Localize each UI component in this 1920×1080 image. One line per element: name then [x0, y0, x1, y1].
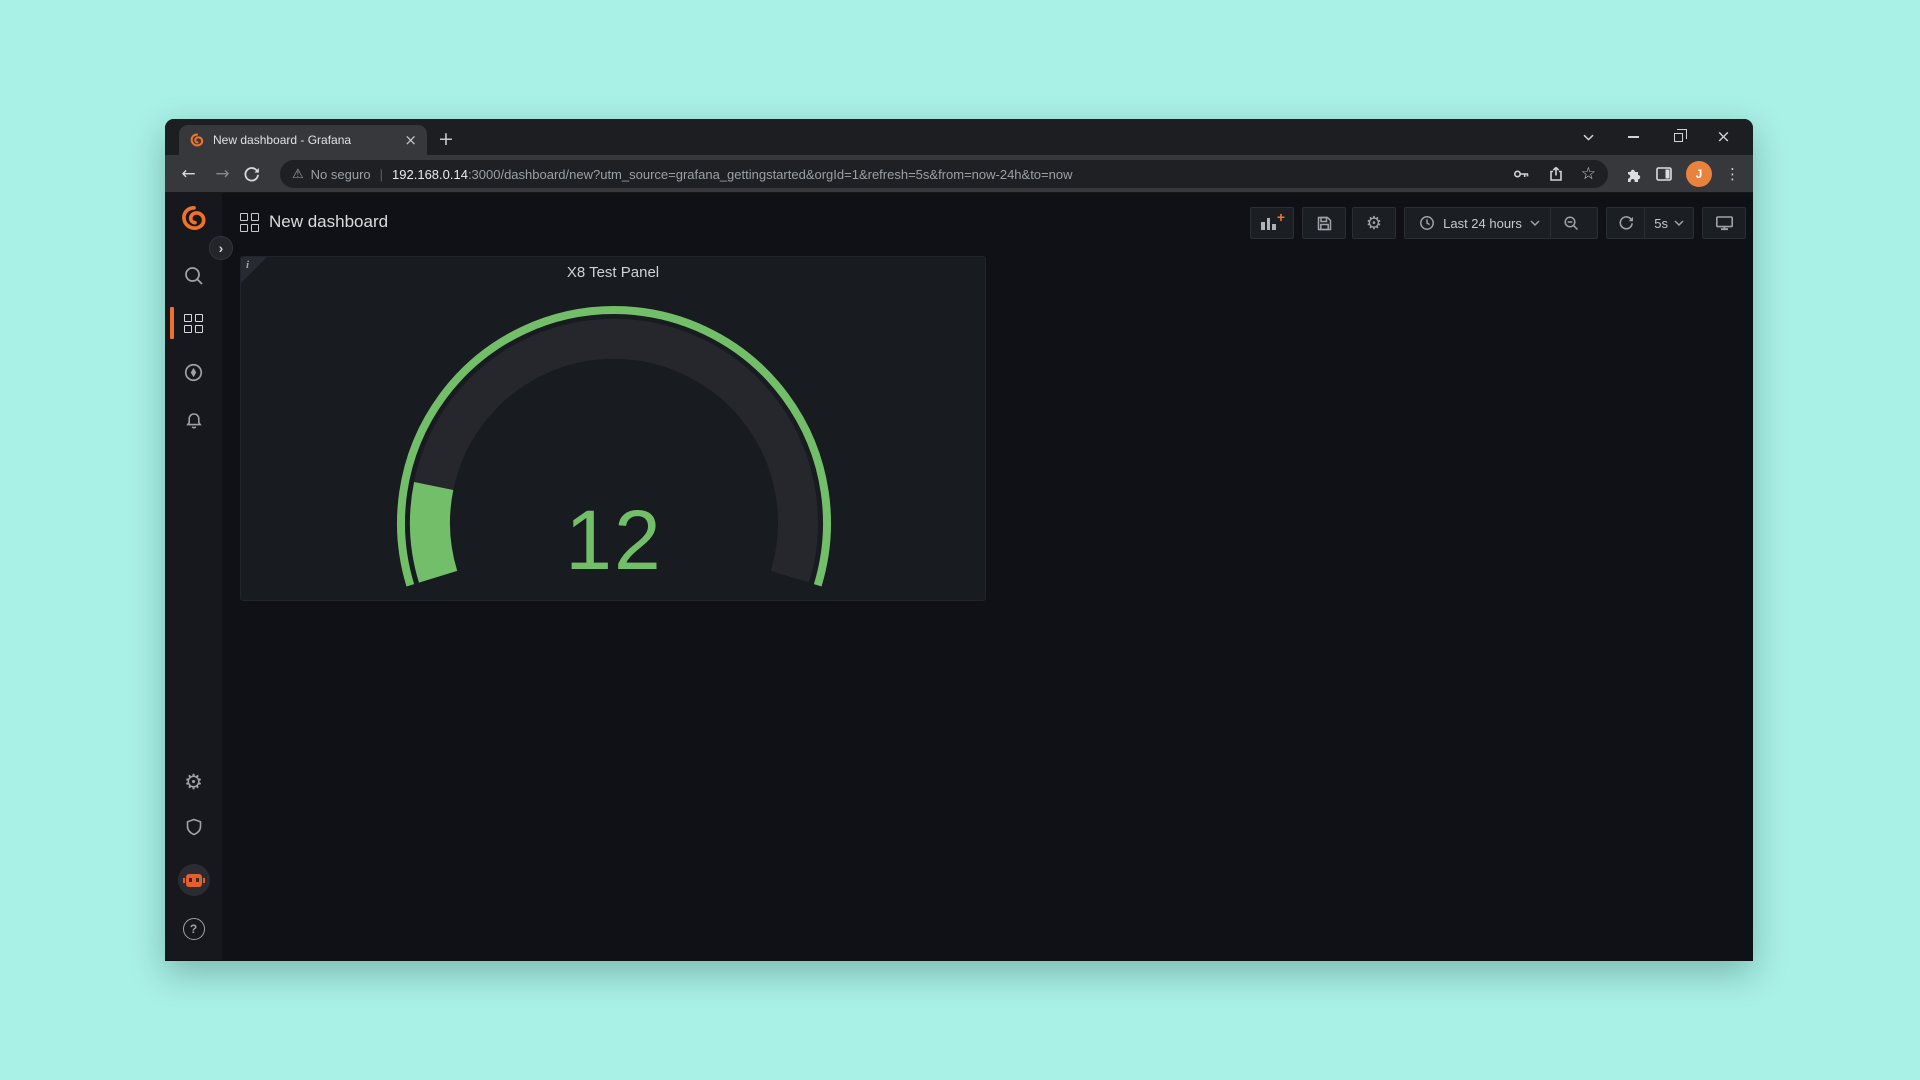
url-host: 192.168.0.14	[392, 167, 468, 182]
zoom-out-icon	[1563, 215, 1580, 232]
save-icon	[1316, 215, 1333, 232]
refresh-group: 5s	[1606, 207, 1694, 239]
close-window-button[interactable]: ×	[1701, 119, 1746, 155]
grafana-sidebar: ›	[165, 193, 222, 960]
tab-title: New dashboard - Grafana	[213, 133, 404, 147]
tab-close-icon[interactable]: ×	[404, 133, 417, 148]
desktop-background: New dashboard - Grafana × + × ← → ⚠	[0, 0, 1920, 1080]
sidebar-item-server-admin[interactable]	[165, 815, 222, 839]
refresh-interval-dropdown[interactable]: 5s	[1645, 216, 1693, 231]
address-separator: |	[380, 167, 383, 182]
sidebar-item-explore[interactable]	[165, 360, 222, 384]
sidebar-item-alerting[interactable]	[165, 409, 222, 433]
grafana-logo[interactable]	[165, 202, 222, 234]
gauge-value-arc	[430, 486, 438, 577]
not-secure-label[interactable]: No seguro	[311, 167, 371, 182]
restore-button[interactable]	[1656, 119, 1701, 155]
back-button[interactable]: ←	[175, 161, 202, 188]
monitor-icon	[1715, 214, 1734, 232]
share-icon[interactable]	[1547, 165, 1565, 183]
refresh-icon	[1618, 215, 1634, 231]
sidebar-expand-button[interactable]: ›	[209, 236, 233, 260]
search-icon[interactable]	[165, 264, 222, 288]
browser-window: New dashboard - Grafana × + × ← → ⚠	[165, 119, 1753, 961]
sidebar-item-dashboards[interactable]	[165, 311, 222, 335]
bookmark-star-icon[interactable]: ☆	[1581, 164, 1596, 184]
user-avatar-image	[178, 864, 210, 896]
grafana-favicon	[189, 132, 205, 148]
gauge-value: 12	[514, 496, 714, 584]
zoom-out-time-button[interactable]	[1551, 208, 1593, 238]
help-icon: ?	[183, 918, 205, 940]
dashboard-main: New dashboard + ⚙	[222, 193, 1753, 960]
minimize-button[interactable]	[1611, 119, 1656, 155]
clock-icon	[1419, 215, 1435, 231]
sidebar-item-help[interactable]: ?	[165, 917, 222, 941]
refresh-button[interactable]	[1607, 208, 1644, 238]
tab-search-button[interactable]	[1566, 119, 1611, 155]
bell-icon	[184, 411, 204, 431]
sidebar-user-avatar[interactable]	[165, 864, 222, 896]
restore-icon	[1674, 133, 1683, 142]
compass-icon	[183, 362, 204, 383]
time-picker-button[interactable]: Last 24 hours	[1409, 215, 1550, 231]
tv-mode-button[interactable]	[1702, 207, 1746, 239]
add-panel-button[interactable]: +	[1250, 207, 1294, 239]
chevron-down-icon	[1674, 220, 1684, 226]
password-key-icon[interactable]	[1512, 165, 1531, 183]
dashboard-title[interactable]: New dashboard	[269, 212, 388, 232]
url-path: :3000/dashboard/new?utm_source=grafana_g…	[468, 167, 1502, 182]
refresh-interval-label: 5s	[1654, 216, 1668, 231]
address-bar[interactable]: ⚠ No seguro | 192.168.0.14 :3000/dashboa…	[280, 160, 1608, 188]
side-panel-icon[interactable]	[1655, 165, 1673, 183]
browser-tab[interactable]: New dashboard - Grafana ×	[179, 125, 427, 155]
browser-toolbar: ← → ⚠ No seguro | 192.168.0.14 :3000/das…	[165, 155, 1753, 193]
profile-avatar[interactable]: J	[1686, 161, 1712, 187]
not-secure-warning-icon: ⚠	[292, 167, 304, 182]
save-dashboard-button[interactable]	[1302, 207, 1346, 239]
reload-button[interactable]	[243, 161, 270, 188]
browser-tab-strip: New dashboard - Grafana × + ×	[165, 119, 1753, 155]
chrome-menu-icon[interactable]: ⋮	[1725, 165, 1740, 183]
dashboards-grid-icon	[184, 314, 203, 333]
forward-button[interactable]: →	[209, 161, 236, 188]
dashboard-grid-icon	[240, 213, 259, 232]
panel-x8-test[interactable]: i X8 Test Panel 12	[240, 256, 986, 601]
extensions-puzzle-icon[interactable]	[1624, 165, 1642, 183]
shield-icon	[184, 817, 204, 837]
time-picker-group: Last 24 hours	[1404, 207, 1598, 239]
chevron-down-icon	[1530, 220, 1540, 226]
minimize-icon	[1628, 136, 1639, 138]
sidebar-item-configuration[interactable]: ⚙	[165, 769, 222, 795]
new-tab-button[interactable]: +	[433, 127, 459, 153]
panel-title[interactable]: X8 Test Panel	[241, 264, 985, 281]
time-range-label: Last 24 hours	[1443, 216, 1522, 231]
grafana-app: ›	[165, 193, 1753, 960]
add-panel-icon: +	[1261, 215, 1283, 231]
dashboard-settings-button[interactable]: ⚙	[1352, 207, 1396, 239]
